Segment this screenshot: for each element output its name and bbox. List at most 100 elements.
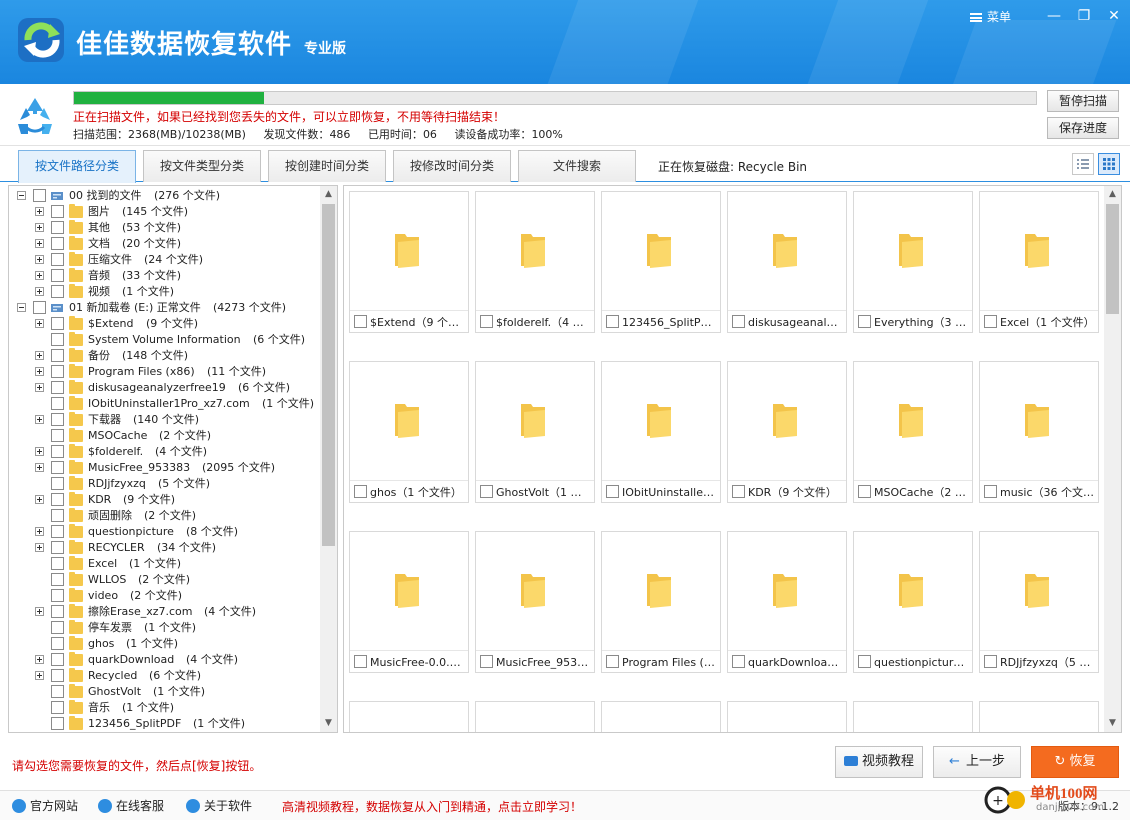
tree-row[interactable]: 文档 (20 个文件) <box>9 236 319 252</box>
tree-row[interactable]: ghos (1 个文件) <box>9 636 319 652</box>
tree-checkbox[interactable] <box>51 685 64 698</box>
scroll-up-icon[interactable]: ▲ <box>320 186 337 203</box>
tree-checkbox[interactable] <box>51 333 64 346</box>
scroll-up-icon[interactable]: ▲ <box>1104 186 1121 203</box>
tree-checkbox[interactable] <box>33 189 46 202</box>
folder-card-checkbox[interactable] <box>984 485 997 498</box>
expand-icon[interactable] <box>35 287 44 296</box>
tree-checkbox[interactable] <box>51 349 64 362</box>
tree-checkbox[interactable] <box>51 413 64 426</box>
folder-card-checkbox[interactable] <box>606 485 619 498</box>
folder-card[interactable]: RDJjfzyxzq（5 个文件） <box>979 531 1099 673</box>
tab-by-type[interactable]: 按文件类型分类 <box>143 150 261 182</box>
tree-row[interactable]: WLLOS (2 个文件) <box>9 572 319 588</box>
tree-checkbox[interactable] <box>51 541 64 554</box>
about-software-link[interactable]: 关于软件 <box>186 797 252 814</box>
tree-scroll-thumb[interactable] <box>322 204 335 546</box>
expand-icon[interactable] <box>35 351 44 360</box>
tab-file-search[interactable]: 文件搜索 <box>518 150 636 182</box>
tree-row[interactable]: diskusageanalyzerfree19 (6 个文件) <box>9 380 319 396</box>
folder-card[interactable]: ghos（1 个文件） <box>349 361 469 503</box>
tree-checkbox[interactable] <box>51 557 64 570</box>
tree-row[interactable]: Program Files (x86) (11 个文件) <box>9 364 319 380</box>
tree-row[interactable]: 停车发票 (1 个文件) <box>9 620 319 636</box>
expand-icon[interactable] <box>35 319 44 328</box>
folder-card[interactable]: music（36 个文件） <box>979 361 1099 503</box>
tree-checkbox[interactable] <box>51 429 64 442</box>
folder-card-checkbox[interactable] <box>858 315 871 328</box>
expand-icon[interactable] <box>35 463 44 472</box>
expand-icon[interactable] <box>35 447 44 456</box>
expand-icon[interactable] <box>35 271 44 280</box>
tree-checkbox[interactable] <box>51 669 64 682</box>
folder-card-checkbox[interactable] <box>732 655 745 668</box>
tree-row[interactable]: video (2 个文件) <box>9 588 319 604</box>
tree-checkbox[interactable] <box>51 477 64 490</box>
folder-card[interactable]: KDR（9 个文件） <box>727 361 847 503</box>
tree-checkbox[interactable] <box>51 525 64 538</box>
tree-checkbox[interactable] <box>51 461 64 474</box>
expand-icon[interactable] <box>35 239 44 248</box>
tree-row[interactable]: 视频 (1 个文件) <box>9 284 319 300</box>
folder-card[interactable]: $Extend（9 个文件） <box>349 191 469 333</box>
folder-card-checkbox[interactable] <box>354 485 367 498</box>
tree-checkbox[interactable] <box>51 653 64 666</box>
tree-checkbox[interactable] <box>51 253 64 266</box>
folder-card[interactable]: quarkDownload（4 个文件） <box>727 531 847 673</box>
tree-checkbox[interactable] <box>51 717 64 730</box>
folder-card[interactable]: diskusageanalyzerfree19（6 个文件） <box>727 191 847 333</box>
folder-card-checkbox[interactable] <box>606 655 619 668</box>
tree-checkbox[interactable] <box>51 221 64 234</box>
collapse-icon[interactable] <box>17 191 26 200</box>
grid-scroll-thumb[interactable] <box>1106 204 1119 314</box>
expand-icon[interactable] <box>35 671 44 680</box>
tree-checkbox[interactable] <box>51 205 64 218</box>
folder-card-checkbox[interactable] <box>984 315 997 328</box>
folder-card-checkbox[interactable] <box>354 655 367 668</box>
maximize-button[interactable]: ❐ <box>1074 6 1094 26</box>
previous-step-button[interactable]: ← 上一步 <box>933 746 1021 778</box>
minimize-button[interactable]: — <box>1044 6 1064 26</box>
tree-checkbox[interactable] <box>51 381 64 394</box>
tree-row[interactable]: GhostVolt (1 个文件) <box>9 684 319 700</box>
folder-card-checkbox[interactable] <box>732 485 745 498</box>
scroll-down-icon[interactable]: ▼ <box>320 715 337 732</box>
tree-row[interactable]: $Extend (9 个文件) <box>9 316 319 332</box>
save-progress-button[interactable]: 保存进度 <box>1047 117 1119 139</box>
folder-card[interactable] <box>349 701 469 732</box>
tree-checkbox[interactable] <box>51 637 64 650</box>
tree-row[interactable]: 01 新加载卷 (E:) 正常文件 (4273 个文件) <box>9 300 319 316</box>
promo-link[interactable]: 高清视频教程，数据恢复从入门到精通，点击立即学习！ <box>282 798 582 815</box>
folder-card-checkbox[interactable] <box>480 485 493 498</box>
tree-checkbox[interactable] <box>51 237 64 250</box>
folder-card[interactable]: MusicFree_953383（2095 个文件） <box>475 531 595 673</box>
folder-card-checkbox[interactable] <box>480 315 493 328</box>
video-tutorial-button[interactable]: 视频教程 <box>835 746 923 778</box>
folder-card[interactable]: IObitUninstaller1Pro_xz7.com（1 个文件） <box>601 361 721 503</box>
tree-checkbox[interactable] <box>51 285 64 298</box>
file-grid[interactable]: $Extend（9 个文件） $folderelf.（4 个文件） 123456_S… <box>343 185 1122 733</box>
tree-row[interactable]: System Volume Information (6 个文件) <box>9 332 319 348</box>
expand-icon[interactable] <box>35 543 44 552</box>
tree-checkbox[interactable] <box>33 301 46 314</box>
folder-card-checkbox[interactable] <box>354 315 367 328</box>
tree-row[interactable]: MusicFree_953383 (2095 个文件) <box>9 460 319 476</box>
restore-button[interactable]: ↻ 恢复 <box>1031 746 1119 778</box>
tree-row[interactable]: 123456_SplitPDF (1 个文件) <box>9 716 319 732</box>
tree-row[interactable]: RDJjfzyxzq (5 个文件) <box>9 476 319 492</box>
official-website-link[interactable]: 官方网站 <box>12 797 78 814</box>
folder-card[interactable] <box>979 701 1099 732</box>
folder-card[interactable]: MusicFree-0.0.6-x64（1 个文件） <box>349 531 469 673</box>
tree-row[interactable]: quarkDownload (4 个文件) <box>9 652 319 668</box>
expand-icon[interactable] <box>35 607 44 616</box>
tree-row[interactable]: questionpicture (8 个文件) <box>9 524 319 540</box>
tree-row[interactable]: Excel (1 个文件) <box>9 556 319 572</box>
folder-card[interactable]: Excel（1 个文件） <box>979 191 1099 333</box>
folder-card-checkbox[interactable] <box>984 655 997 668</box>
list-view-button[interactable] <box>1072 153 1094 175</box>
folder-card-checkbox[interactable] <box>732 315 745 328</box>
expand-icon[interactable] <box>35 415 44 424</box>
tab-by-path[interactable]: 按文件路径分类 <box>18 150 136 183</box>
folder-card-checkbox[interactable] <box>858 485 871 498</box>
tab-by-created[interactable]: 按创建时间分类 <box>268 150 386 182</box>
